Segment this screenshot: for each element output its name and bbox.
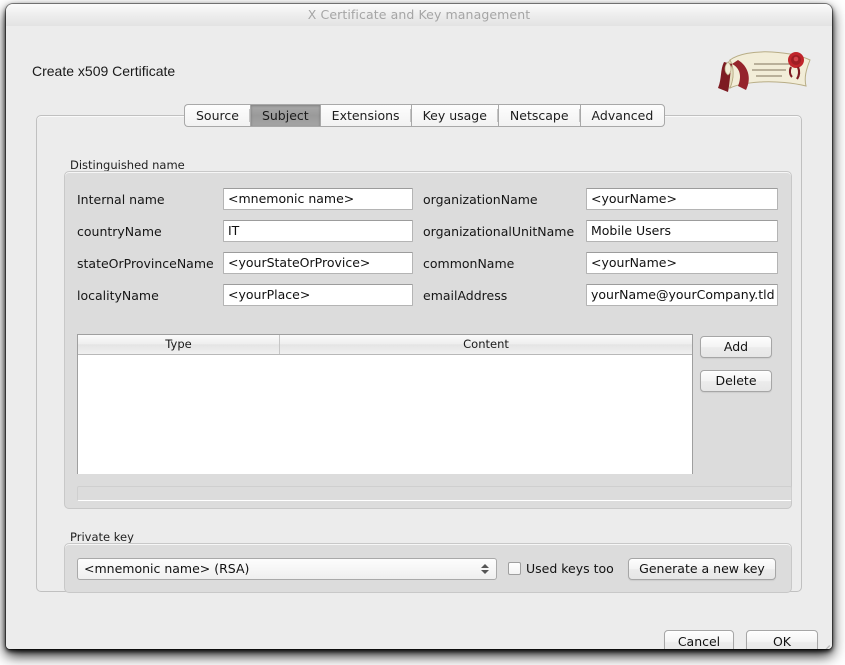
label-state-or-province-name: stateOrProvinceName: [77, 256, 214, 271]
horizontal-scrollbar[interactable]: [77, 486, 792, 501]
tab-bar[interactable]: Source Subject Extensions Key usage Nets…: [184, 104, 666, 127]
private-key-select-value: <mnemonic name> (RSA): [84, 561, 250, 576]
chevron-updown-icon[interactable]: [477, 561, 493, 577]
label-email-address: emailAddress: [423, 288, 508, 303]
resize-grip-icon[interactable]: [818, 635, 830, 649]
tab-netscape[interactable]: Netscape: [497, 104, 580, 127]
label-locality-name: localityName: [77, 288, 159, 303]
label-common-name: commonName: [423, 256, 515, 271]
generate-new-key-button[interactable]: Generate a new key: [628, 558, 776, 580]
application-window: X Certificate and Key management Create …: [6, 4, 832, 649]
input-organizational-unit-name[interactable]: Mobile Users: [586, 220, 778, 242]
used-keys-too-label[interactable]: Used keys too: [526, 562, 614, 576]
input-organization-name[interactable]: <yourName>: [586, 188, 778, 210]
tab-subject[interactable]: Subject: [249, 104, 320, 127]
ok-button[interactable]: OK: [746, 630, 818, 649]
table-body[interactable]: [78, 355, 692, 474]
label-country-name: countryName: [77, 224, 162, 239]
page-title: Create x509 Certificate: [32, 63, 176, 79]
extra-attributes-table[interactable]: Type Content: [77, 334, 693, 474]
private-key-group-title: Private key: [70, 530, 134, 544]
distinguished-name-group-title: Distinguished name: [70, 158, 185, 172]
tab-extensions[interactable]: Extensions: [319, 104, 411, 127]
input-email-address[interactable]: yourName@yourCompany.tld: [586, 284, 778, 306]
window-client-area: Create x509 Certificate Source Subject E…: [6, 26, 832, 649]
tab-advanced[interactable]: Advanced: [579, 104, 666, 127]
tab-source[interactable]: Source: [184, 104, 250, 127]
input-state-or-province-name[interactable]: <yourStateOrProvice>: [223, 252, 413, 274]
cancel-button[interactable]: Cancel: [664, 630, 734, 649]
label-organization-name: organizationName: [423, 192, 538, 207]
tab-key-usage[interactable]: Key usage: [410, 104, 499, 127]
label-organizational-unit-name: organizationalUnitName: [423, 224, 575, 239]
private-key-select[interactable]: <mnemonic name> (RSA): [77, 558, 497, 580]
add-button[interactable]: Add: [700, 336, 772, 358]
used-keys-too-checkbox[interactable]: [508, 562, 521, 575]
certificate-scroll-logo: [714, 44, 818, 96]
table-header-row: Type Content: [78, 335, 692, 355]
delete-button[interactable]: Delete: [700, 370, 772, 392]
window-title: X Certificate and Key management: [307, 7, 531, 22]
input-country-name[interactable]: IT: [223, 220, 413, 242]
column-header-type[interactable]: Type: [78, 335, 280, 354]
label-internal-name: Internal name: [77, 192, 165, 207]
input-locality-name[interactable]: <yourPlace>: [223, 284, 413, 306]
title-bar: X Certificate and Key management: [6, 4, 832, 27]
input-common-name[interactable]: <yourName>: [586, 252, 778, 274]
input-internal-name[interactable]: <mnemonic name>: [223, 188, 413, 210]
column-header-content[interactable]: Content: [280, 335, 692, 354]
